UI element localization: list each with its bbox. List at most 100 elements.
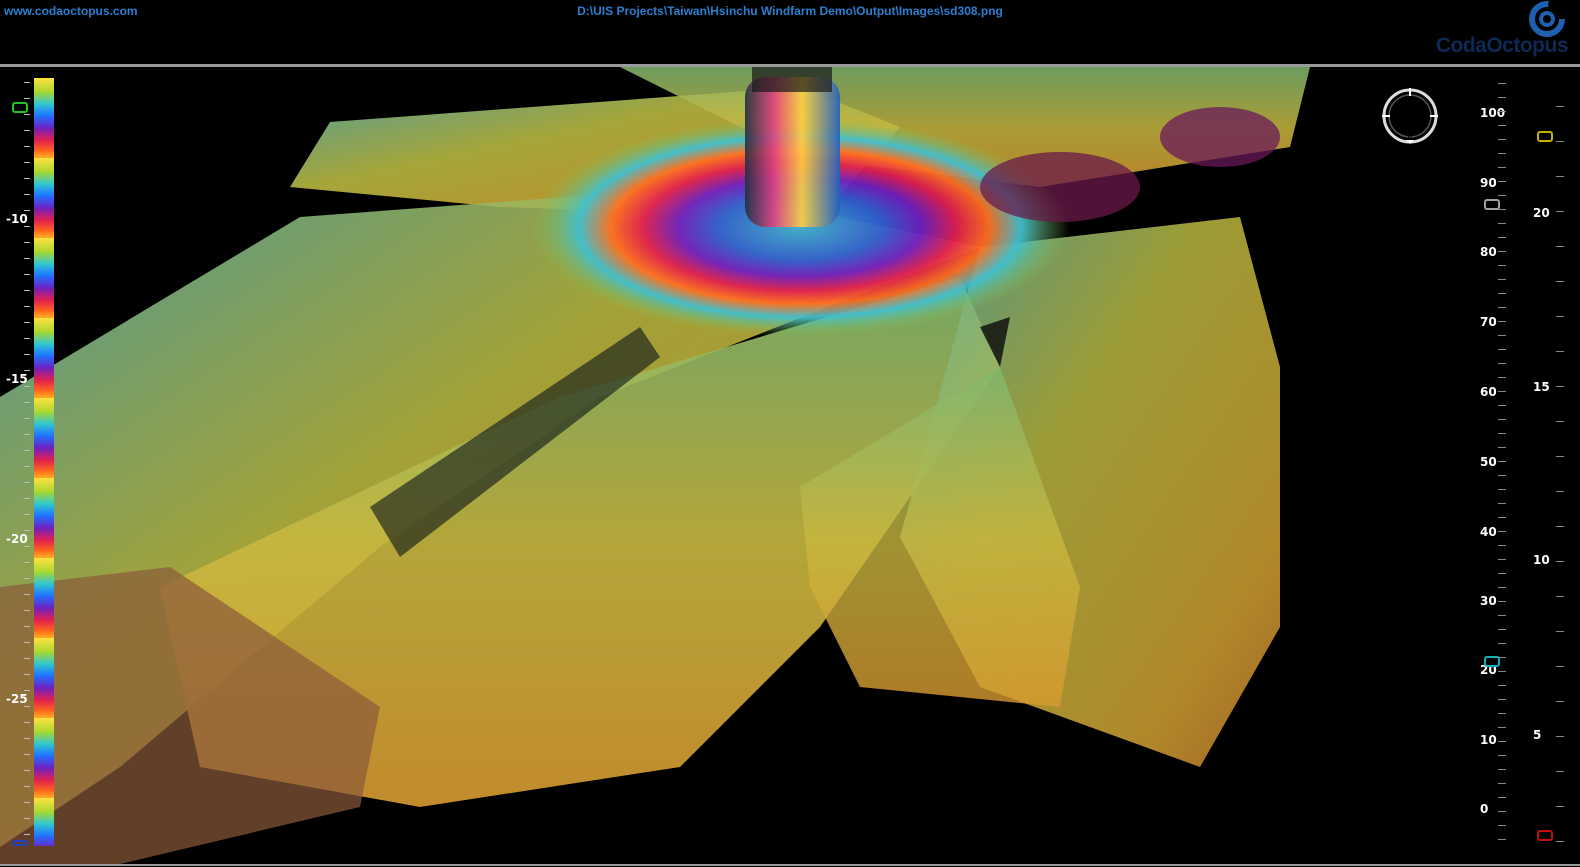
scale-tick — [1556, 561, 1564, 562]
scale-tick — [1498, 195, 1506, 196]
scale-tick — [24, 706, 30, 707]
scale-tick — [24, 658, 30, 659]
depth-marker-green[interactable] — [12, 102, 28, 113]
scale-tick — [1498, 517, 1506, 518]
scale-tick — [1498, 363, 1506, 364]
scale-tick — [1498, 83, 1506, 84]
scale-tick — [24, 642, 30, 643]
sonar-3d-viewport[interactable] — [0, 67, 1580, 864]
scale-tick — [1556, 246, 1564, 247]
scale-tick — [1498, 279, 1506, 280]
scale-tick — [1498, 265, 1506, 266]
scale-tick — [24, 546, 30, 547]
scale-tick — [24, 754, 30, 755]
scale-tick — [24, 434, 30, 435]
scale-tick — [24, 370, 30, 371]
scale-tick — [1556, 211, 1564, 212]
scale-tick — [1556, 631, 1564, 632]
scale-tick — [1498, 97, 1506, 98]
compass-icon[interactable]: N — [1380, 86, 1440, 146]
scale-tick — [24, 226, 30, 227]
scale-tick — [24, 162, 30, 163]
scale-tick — [1498, 475, 1506, 476]
scale-tick — [1498, 503, 1506, 504]
scale-tick — [24, 82, 30, 83]
scale-label: 60 — [1480, 385, 1497, 399]
scale-tick — [1498, 181, 1506, 182]
scale-tick — [1498, 671, 1506, 672]
scale-label: 30 — [1480, 594, 1497, 608]
scale-tick — [1556, 491, 1564, 492]
scale-tick — [1498, 447, 1506, 448]
scale-tick — [1556, 351, 1564, 352]
scale-tick — [24, 194, 30, 195]
file-path-title: D:\UIS Projects\Taiwan\Hsinchu Windfarm … — [577, 4, 1003, 18]
scale-label: 5 — [1533, 728, 1542, 742]
scale-tick — [1498, 405, 1506, 406]
scale-tick — [1556, 386, 1564, 387]
codaoctopus-logo: CodaOctopus — [1432, 0, 1572, 60]
scale-tick — [1498, 643, 1506, 644]
depth-label: -10 — [6, 212, 28, 226]
scale-tick — [1498, 349, 1506, 350]
scale-tick — [24, 178, 30, 179]
scale-tick — [1556, 596, 1564, 597]
scale-tick — [24, 354, 30, 355]
scale-tick — [1556, 316, 1564, 317]
scale-label: 40 — [1480, 525, 1497, 539]
range-marker-red[interactable] — [1537, 830, 1553, 841]
depth-marker-blue[interactable] — [12, 840, 28, 846]
scale-tick — [1498, 433, 1506, 434]
scale-tick — [24, 306, 30, 307]
scale-tick — [1498, 125, 1506, 126]
scale-tick — [1498, 769, 1506, 770]
scale-tick — [1556, 806, 1564, 807]
scale-tick — [24, 146, 30, 147]
scale-tick — [1498, 797, 1506, 798]
scale-tick — [24, 114, 30, 115]
scale-tick — [24, 738, 30, 739]
scale-tick — [1556, 736, 1564, 737]
footer-divider — [0, 864, 1580, 866]
scale-label: 10 — [1533, 553, 1550, 567]
scale-label: 0 — [1480, 802, 1489, 816]
depth-label: -15 — [6, 372, 28, 386]
scale-tick — [1498, 615, 1506, 616]
scale-tick — [1556, 106, 1564, 107]
svg-text:N: N — [1407, 134, 1412, 142]
scale-tick — [24, 258, 30, 259]
scale-tick — [1498, 293, 1506, 294]
scale-label: 50 — [1480, 455, 1497, 469]
scale-tick — [1556, 666, 1564, 667]
scale-tick — [24, 626, 30, 627]
scale-tick — [24, 242, 30, 243]
scale-tick — [1498, 167, 1506, 168]
scale-tick — [1556, 771, 1564, 772]
scale-tick — [1498, 713, 1506, 714]
scale-tick — [1498, 237, 1506, 238]
scale-tick — [1556, 701, 1564, 702]
scale-tick — [24, 674, 30, 675]
depth-color-scale — [34, 78, 54, 846]
scale-tick — [1498, 139, 1506, 140]
scale-label: 70 — [1480, 315, 1497, 329]
depth-label: -20 — [6, 532, 28, 546]
scale-tick — [1498, 531, 1506, 532]
scale-label: 100 — [1480, 106, 1506, 120]
scale-tick — [1556, 141, 1564, 142]
scale-label: 90 — [1480, 176, 1497, 190]
scale-tick — [1556, 456, 1564, 457]
scale-tick — [1498, 657, 1506, 658]
scale-tick — [1498, 755, 1506, 756]
scale-tick — [24, 770, 30, 771]
scale-tick — [24, 418, 30, 419]
scale-tick — [1498, 223, 1506, 224]
scale-tick — [1498, 461, 1506, 462]
scale-tick — [24, 130, 30, 131]
scale-tick — [24, 482, 30, 483]
scale-tick — [24, 322, 30, 323]
scale-tick — [24, 338, 30, 339]
depth-label: -25 — [6, 692, 28, 706]
scale-tick — [24, 514, 30, 515]
range-marker-yellow[interactable] — [1537, 131, 1553, 142]
